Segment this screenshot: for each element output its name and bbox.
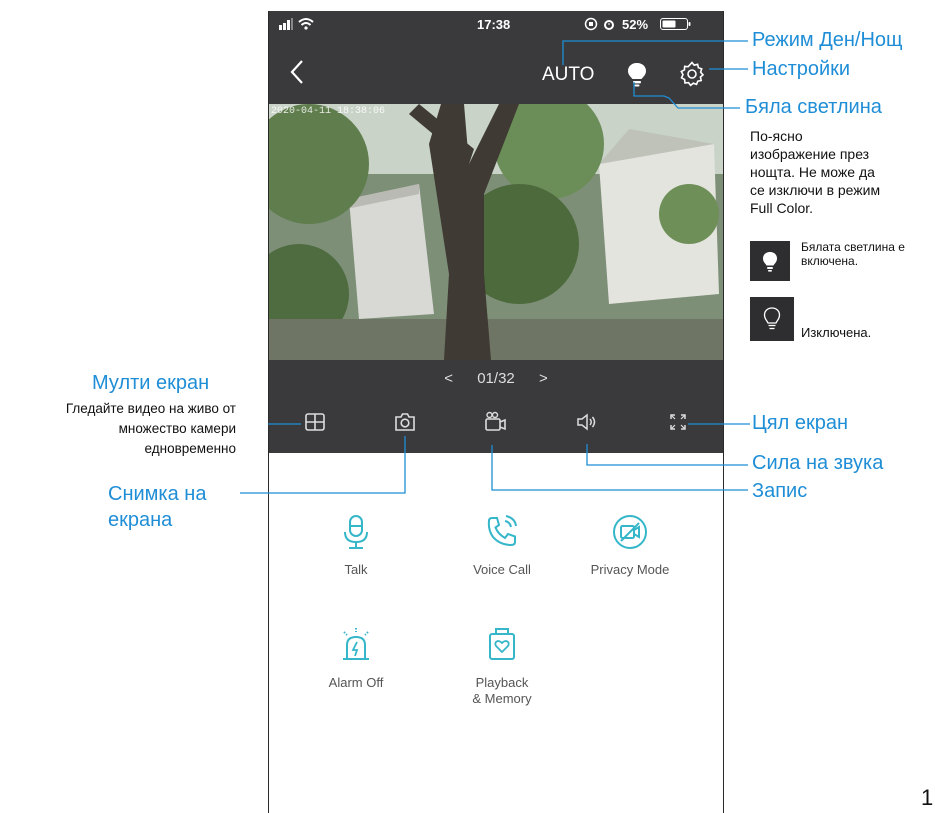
volume-label: Сила на звука xyxy=(752,452,884,474)
multi-screen-description: Гледайте видео на живо от множество каме… xyxy=(65,401,236,456)
record-label: Запис xyxy=(752,480,808,502)
day-night-mode-label: Режим Ден/Нощ xyxy=(752,29,903,51)
snapshot-label: Снимка на екрана xyxy=(108,483,207,531)
page-number: 1 xyxy=(921,785,934,810)
white-light-description: По-ясно изображение през нощта. Не може … xyxy=(750,128,881,216)
multi-screen-label: Мулти екран xyxy=(92,372,210,394)
light-on-icon xyxy=(750,241,790,281)
white-light-label: Бяла светлина xyxy=(745,96,882,118)
light-on-description: Бялата светлина е включена. xyxy=(801,240,905,268)
full-screen-label: Цял екран xyxy=(752,412,849,434)
settings-label: Настройки xyxy=(752,58,851,80)
light-off-icon xyxy=(750,297,794,341)
light-off-description: Изключена. xyxy=(801,325,872,340)
